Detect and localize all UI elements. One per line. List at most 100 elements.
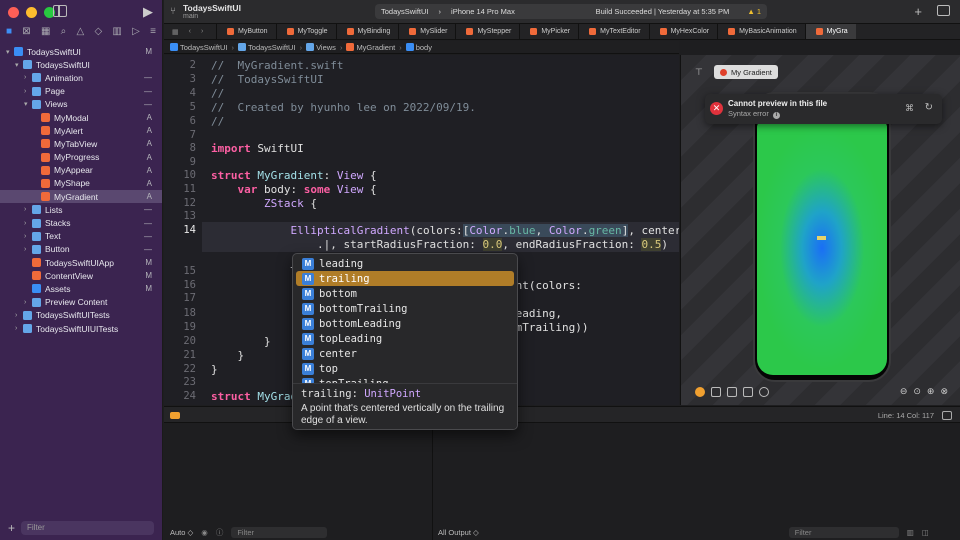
disclosure-icon[interactable]: ›	[24, 206, 32, 213]
breadcrumb-item[interactable]: TodaysSwiftUI	[238, 42, 296, 52]
line-number[interactable]: 15	[166, 265, 196, 277]
add-library-icon[interactable]: +	[914, 4, 922, 19]
folder-icon[interactable]: ■	[6, 26, 12, 37]
line-number[interactable]: 23	[166, 376, 196, 388]
autocomplete-item[interactable]: Mcenter	[296, 346, 514, 361]
editor-tab[interactable]: MyGra	[804, 24, 856, 39]
navigator-row[interactable]: MyAlert A	[0, 124, 162, 137]
debug-split[interactable]	[432, 424, 433, 540]
navigator-row[interactable]: ▾ TodaysSwiftUI M	[0, 45, 162, 58]
line-number[interactable]: 6	[166, 115, 196, 127]
debug-area-toggle-icon[interactable]	[170, 412, 180, 419]
disclosure-icon[interactable]: ›	[24, 220, 32, 227]
line-number[interactable]: 9	[166, 156, 196, 168]
preview-selector[interactable]: My Gradient	[714, 65, 778, 79]
disclosure-icon[interactable]: ›	[24, 299, 32, 306]
navigator-row[interactable]: Assets M	[0, 282, 162, 295]
variables-scope-selector[interactable]: Auto ◇	[170, 528, 193, 537]
navigator-row[interactable]: › Text —	[0, 230, 162, 243]
line-number[interactable]: 17	[166, 292, 196, 304]
warning-icon[interactable]: ▲ 1	[747, 7, 761, 16]
navigator-row[interactable]: › Page —	[0, 85, 162, 98]
line-number[interactable]: 4	[166, 87, 196, 99]
bookmark-icon[interactable]: ▦	[41, 26, 50, 37]
disclosure-icon[interactable]: ›	[24, 74, 32, 81]
debug-icon[interactable]: ▥	[112, 26, 121, 37]
zoom-100-icon[interactable]: ⊗	[940, 386, 948, 397]
line-number[interactable]: 24	[166, 390, 196, 402]
line-number[interactable]: 8	[166, 142, 196, 154]
disclosure-icon[interactable]: ▾	[6, 48, 14, 56]
navigator-row[interactable]: MyModal A	[0, 111, 162, 124]
breakpoint-icon[interactable]: ▷	[132, 26, 140, 37]
editor-tab[interactable]: MyBinding	[335, 24, 399, 39]
navigator-filter-input[interactable]: Filter	[21, 521, 154, 535]
navigator-row[interactable]: › TodaysSwiftUIUITests	[0, 322, 162, 335]
disclosure-icon[interactable]: ›	[24, 246, 32, 253]
navigator-row[interactable]: TodaysSwiftUIApp M	[0, 256, 162, 269]
breadcrumb-item[interactable]: body	[405, 42, 432, 52]
autocomplete-item[interactable]: Mbottom	[296, 286, 514, 301]
issue-icon[interactable]: △	[77, 26, 85, 37]
line-number[interactable]: 10	[166, 169, 196, 181]
zoom-in-icon[interactable]: ⊕	[927, 386, 935, 397]
branch-label[interactable]: main	[183, 13, 198, 20]
editor-tab[interactable]: MyHexColor	[648, 24, 718, 39]
color-scheme-icon[interactable]	[759, 387, 769, 397]
navigator-row[interactable]: MyGradient A	[0, 190, 162, 204]
variants-icon[interactable]	[727, 387, 737, 397]
navigator-row[interactable]: › TodaysSwiftUITests	[0, 309, 162, 322]
report-icon[interactable]: ≡	[150, 26, 156, 37]
autocomplete-item[interactable]: Mtrailing	[296, 271, 514, 286]
scheme-selector[interactable]: TodaysSwiftUI	[381, 7, 429, 16]
device-screen[interactable]	[757, 121, 887, 375]
navigator-row[interactable]: MyProgress A	[0, 151, 162, 164]
diagnostics-icon[interactable]: ⌘	[905, 103, 914, 114]
disclosure-icon[interactable]: ›	[15, 325, 23, 332]
navigator-row[interactable]: ▾ Views —	[0, 98, 162, 111]
autocomplete-item[interactable]: MtopLeading	[296, 331, 514, 346]
navigator-row[interactable]: › Button —	[0, 243, 162, 256]
autocomplete-item[interactable]: Mtop	[296, 361, 514, 376]
line-number[interactable]: 19	[166, 321, 196, 333]
editor-tab[interactable]: MyButton	[216, 24, 276, 39]
minimize-window-button[interactable]	[26, 7, 37, 18]
layout-icon[interactable]	[942, 411, 952, 420]
line-number[interactable]: 22	[166, 363, 196, 375]
search-icon[interactable]: ⌕	[61, 26, 67, 37]
back-icon[interactable]: ‹	[189, 28, 191, 36]
refresh-icon[interactable]: ↻	[925, 102, 933, 113]
line-number[interactable]: 21	[166, 349, 196, 361]
console-output-selector[interactable]: All Output ◇	[438, 528, 479, 537]
breadcrumb-item[interactable]: MyGradient	[346, 42, 395, 52]
navigator-row[interactable]: MyTabView A	[0, 137, 162, 150]
pin-icon[interactable]: ⊤	[695, 67, 703, 78]
forward-icon[interactable]: ›	[201, 28, 203, 36]
line-number[interactable]: 2	[166, 59, 196, 71]
console-filter-input[interactable]: Filter	[788, 526, 899, 538]
line-number[interactable]: 3	[166, 73, 196, 85]
disclosure-icon[interactable]: ›	[24, 233, 32, 240]
source-control-icon[interactable]: ⊠	[22, 26, 30, 37]
autocomplete-item[interactable]: Mleading	[296, 256, 514, 271]
variables-filter-input[interactable]: Filter	[231, 526, 328, 538]
autocomplete-item[interactable]: MbottomTrailing	[296, 301, 514, 316]
zoom-fit-icon[interactable]: ⊙	[913, 386, 921, 397]
line-number[interactable]: 14	[166, 224, 196, 236]
line-number[interactable]: 5	[166, 101, 196, 113]
autocomplete-item[interactable]: MtopTrailing	[296, 376, 514, 383]
line-number[interactable]: 16	[166, 279, 196, 291]
device-selector[interactable]: iPhone 14 Pro Max	[451, 7, 515, 16]
navigator-row[interactable]: › Preview Content	[0, 296, 162, 309]
editor-tab[interactable]: MyBasicAnimation	[717, 24, 805, 39]
editor-tab[interactable]: MyStepper	[455, 24, 519, 39]
line-number[interactable]: 12	[166, 197, 196, 209]
selectable-preview-icon[interactable]	[711, 387, 721, 397]
autocomplete-item[interactable]: MbottomLeading	[296, 316, 514, 331]
navigator-row[interactable]: MyAppear A	[0, 164, 162, 177]
eye-icon[interactable]: ◉	[201, 528, 208, 537]
navigator-row[interactable]: ▾ TodaysSwiftUI	[0, 58, 162, 71]
close-window-button[interactable]	[8, 7, 19, 18]
disclosure-icon[interactable]: ›	[24, 88, 32, 95]
device-settings-icon[interactable]	[743, 387, 753, 397]
